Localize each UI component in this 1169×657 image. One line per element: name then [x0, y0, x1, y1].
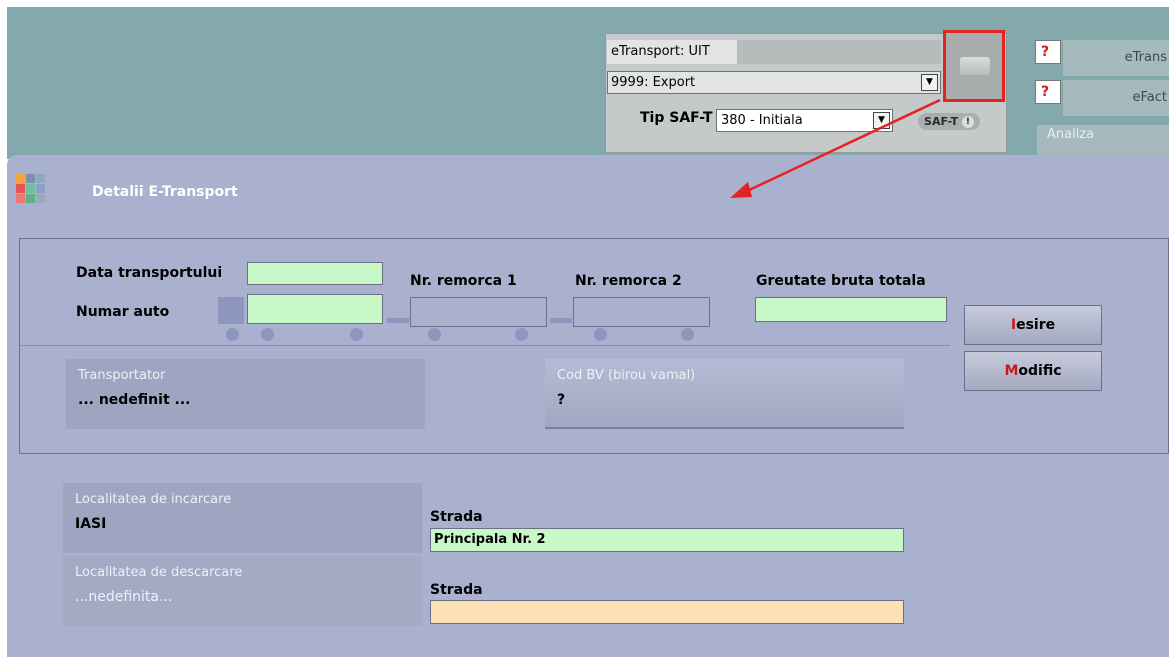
annotation-arrow: [730, 98, 941, 198]
